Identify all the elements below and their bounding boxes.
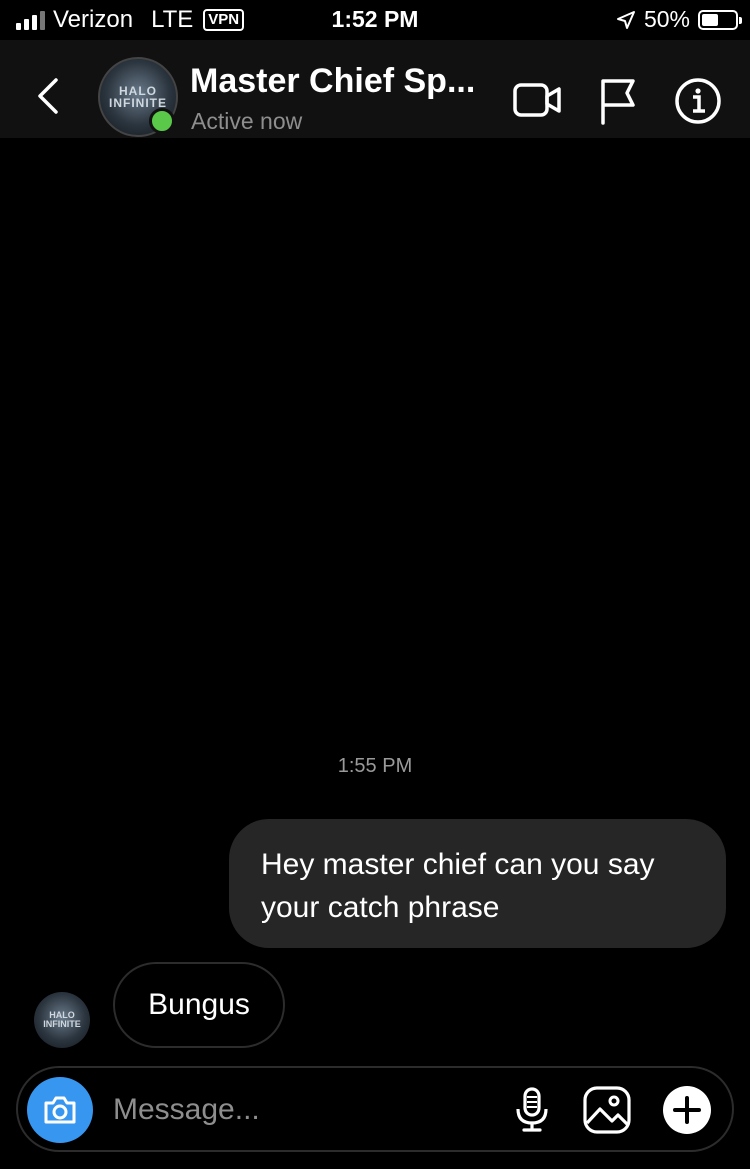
incoming-sender-avatar[interactable]: HALO INFINITE xyxy=(34,992,90,1048)
outgoing-message-text: Hey master chief can you say your catch … xyxy=(261,848,655,924)
status-right: 50% xyxy=(616,6,742,33)
gallery-icon[interactable] xyxy=(582,1085,632,1135)
camera-button[interactable] xyxy=(27,1077,93,1143)
contact-name[interactable]: Master Chief Sp... xyxy=(190,62,475,101)
online-status-dot xyxy=(149,108,175,134)
camera-icon xyxy=(44,1096,76,1124)
video-call-icon[interactable] xyxy=(511,75,563,127)
chat-header: HALO INFINITE Master Chief Sp... Active … xyxy=(0,40,750,138)
avatar-logo-text: HALO INFINITE xyxy=(109,84,167,110)
contact-status: Active now xyxy=(191,108,303,134)
message-timestamp: 1:55 PM xyxy=(337,755,413,777)
battery-percent: 50% xyxy=(643,6,690,32)
back-chevron-icon[interactable] xyxy=(30,74,66,118)
incoming-message-text: Bungus xyxy=(148,988,250,1021)
incoming-message-bubble[interactable]: Bungus xyxy=(113,962,285,1048)
outgoing-message-bubble[interactable]: Hey master chief can you say your catch … xyxy=(229,819,726,948)
battery-icon xyxy=(698,9,742,30)
location-arrow-icon xyxy=(616,10,635,29)
microphone-icon[interactable] xyxy=(507,1085,557,1135)
message-composer xyxy=(16,1066,734,1152)
contact-avatar[interactable]: HALO INFINITE xyxy=(98,57,178,137)
sender-avatar-logo-text: HALO INFINITE xyxy=(43,1010,81,1029)
message-input[interactable] xyxy=(113,1088,473,1132)
status-bar: Verizon LTE VPN 1:52 PM 50% xyxy=(0,0,750,40)
plus-icon[interactable] xyxy=(662,1085,712,1135)
info-icon[interactable] xyxy=(672,75,724,127)
flag-icon[interactable] xyxy=(593,75,645,127)
